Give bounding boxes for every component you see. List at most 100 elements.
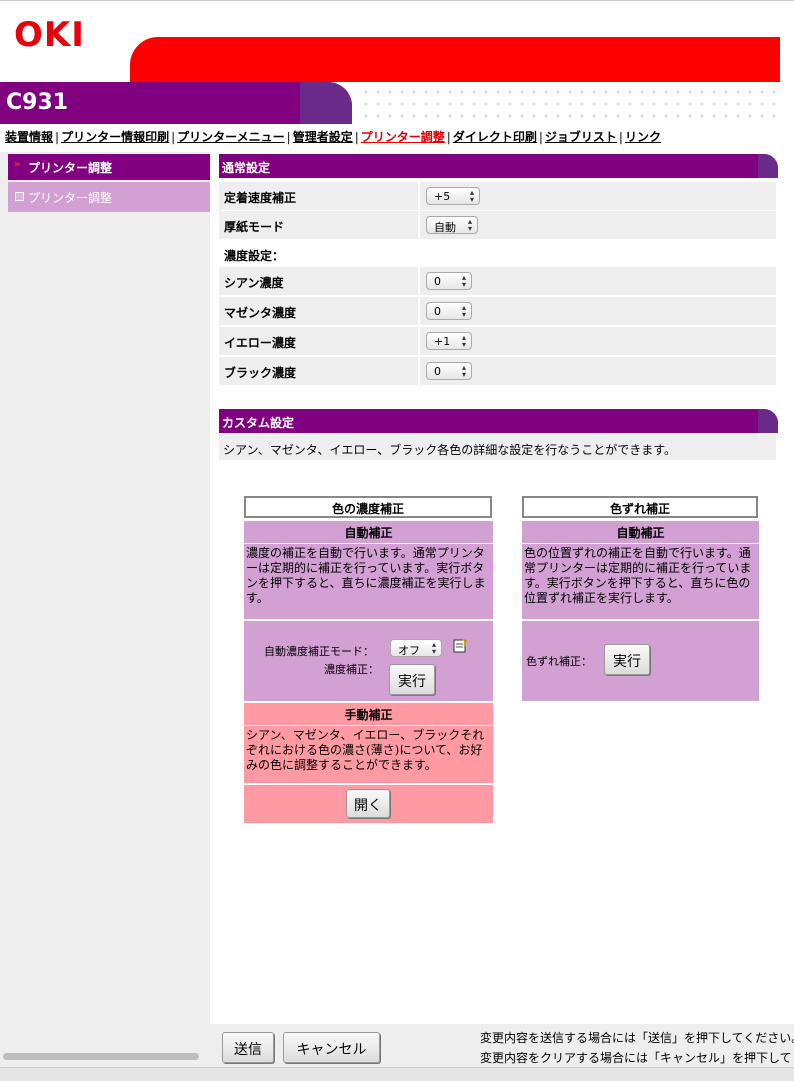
auto-density-mode-label: 自動濃度補正モード： xyxy=(264,645,374,658)
select-arrows-icon: ▴ ▾ xyxy=(461,303,466,319)
sidebar: » プリンター調整 プリンター調整 xyxy=(0,152,210,1081)
setting-value-cell: 0 ▴ ▾ xyxy=(420,297,776,325)
setting-row-magenta: マゼンタ濃度 0 ▴ ▾ xyxy=(219,297,776,325)
black-density-select[interactable]: 0 ▴ ▾ xyxy=(426,362,472,380)
nav-separator: | xyxy=(538,130,543,144)
scrollbar-thumb[interactable] xyxy=(3,1053,199,1060)
setting-row-fuser-speed: 定着速度補正 +5 ▴ ▾ xyxy=(219,182,776,210)
select-value: 0 xyxy=(434,275,441,288)
top-navigation: 装置情報 | プリンター情報印刷 | プリンターメニュー | 管理者設定 | プリンター調整 | ダ… xyxy=(5,128,661,145)
select-value: 0 xyxy=(434,365,441,378)
registration-auto-controls: 色ずれ補正： 実行 xyxy=(522,621,759,701)
density-auto-controls: 自動濃度補正モード： オフ ▴ ▾ ? 濃度補正： 実行 xyxy=(244,621,493,701)
registration-run-button[interactable]: 実行 xyxy=(604,644,650,675)
registration-run-label: 色ずれ補正： xyxy=(526,655,592,668)
select-arrows-icon: ▴ ▾ xyxy=(461,363,466,379)
sidebar-header: » プリンター調整 xyxy=(8,154,210,180)
general-settings-header: 通常設定 xyxy=(219,154,778,178)
nav-separator: | xyxy=(55,130,60,144)
setting-label: シアン濃度 xyxy=(219,267,418,295)
nav-job-list[interactable]: ジョブリスト xyxy=(545,130,617,144)
select-arrows-icon: ▴ ▾ xyxy=(461,273,466,289)
yellow-density-select[interactable]: +1 ▴ ▾ xyxy=(426,332,472,350)
registration-auto-title: 自動補正 xyxy=(522,521,759,543)
nav-device-info[interactable]: 装置情報 xyxy=(5,130,53,144)
nav-separator: | xyxy=(354,130,359,144)
select-value: +5 xyxy=(434,190,451,203)
density-manual-title: 手動補正 xyxy=(244,703,493,725)
select-value: 0 xyxy=(434,305,441,318)
header: OKI xyxy=(0,0,794,82)
header-red-bar xyxy=(130,37,780,82)
setting-label: マゼンタ濃度 xyxy=(219,297,418,325)
setting-label: 定着速度補正 xyxy=(219,182,418,210)
setting-value-cell: 自動 ▴ ▾ xyxy=(420,211,776,239)
setting-label: イエロー濃度 xyxy=(219,327,418,355)
magenta-density-select[interactable]: 0 ▴ ▾ xyxy=(426,302,472,320)
nav-print-info[interactable]: プリンター情報印刷 xyxy=(61,130,169,144)
decorative-dots xyxy=(360,86,780,122)
auto-density-mode-select[interactable]: オフ ▴ ▾ xyxy=(390,639,442,657)
density-heading: 濃度設定： xyxy=(219,240,418,268)
help-icon[interactable]: ? xyxy=(453,637,469,653)
nav-printer-menu[interactable]: プリンターメニュー xyxy=(177,130,285,144)
general-settings-title: 通常設定 xyxy=(222,161,271,175)
density-auto-title: 自動補正 xyxy=(244,521,493,543)
nav-direct-print[interactable]: ダイレクト印刷 xyxy=(453,130,537,144)
section-header-cap xyxy=(758,409,778,433)
model-name: C931 xyxy=(6,90,69,115)
select-arrows-icon: ▴ ▾ xyxy=(431,640,436,656)
model-title-accent xyxy=(300,82,352,124)
density-heading-row: 濃度設定： xyxy=(219,240,776,268)
model-title-bar: C931 xyxy=(0,82,794,124)
window-bottom-bar xyxy=(0,1067,794,1081)
setting-row-thick-paper: 厚紙モード 自動 ▴ ▾ xyxy=(219,211,776,239)
section-header-cap xyxy=(758,154,778,178)
setting-row-cyan: シアン濃度 0 ▴ ▾ xyxy=(219,267,776,295)
select-value: 自動 xyxy=(434,221,456,234)
cancel-note: 変更内容をクリアする場合には「キャンセル」を押下して xyxy=(480,1051,792,1065)
sidebar-header-label: プリンター調整 xyxy=(28,161,113,175)
custom-settings-header: カスタム設定 xyxy=(219,409,778,433)
nav-separator: | xyxy=(618,130,623,144)
registration-auto-description: 色の位置ずれの補正を自動で行います。通常プリンターは定期的に補正を行っています。… xyxy=(522,544,759,619)
setting-label: ブラック濃度 xyxy=(219,357,418,385)
custom-settings-title: カスタム設定 xyxy=(222,416,295,430)
nav-links[interactable]: リンク xyxy=(625,130,661,144)
density-correction-run-button[interactable]: 実行 xyxy=(389,664,435,695)
submit-button[interactable]: 送信 xyxy=(222,1032,274,1063)
nav-separator: | xyxy=(286,130,291,144)
setting-value-cell: 0 ▴ ▾ xyxy=(420,357,776,385)
density-manual-description: シアン、マゼンタ、イエロー、ブラックそれぞれにおける色の濃さ(薄さ)について、お… xyxy=(244,726,493,783)
nav-admin-settings[interactable]: 管理者設定 xyxy=(293,130,353,144)
fuser-speed-select[interactable]: +5 ▴ ▾ xyxy=(426,187,480,205)
open-manual-adjust-button[interactable]: 開く xyxy=(346,789,390,818)
cyan-density-select[interactable]: 0 ▴ ▾ xyxy=(426,272,472,290)
setting-row-black: ブラック濃度 0 ▴ ▾ xyxy=(219,357,776,385)
sidebar-item-printer-adjust[interactable]: プリンター調整 xyxy=(8,182,210,212)
nav-separator: | xyxy=(171,130,176,144)
select-arrows-icon: ▴ ▾ xyxy=(467,217,472,233)
nav-separator: | xyxy=(446,130,451,144)
setting-value-cell: +1 ▴ ▾ xyxy=(420,327,776,355)
submit-note: 変更内容を送信する場合には「送信」を押下してください。 xyxy=(480,1031,794,1045)
color-registration-title: 色ずれ補正 xyxy=(522,496,758,518)
setting-row-yellow: イエロー濃度 +1 ▴ ▾ xyxy=(219,327,776,355)
density-correction-title: 色の濃度補正 xyxy=(244,496,492,518)
setting-value-cell: 0 ▴ ▾ xyxy=(420,267,776,295)
setting-label: 厚紙モード xyxy=(219,211,418,239)
double-chevron-down-icon: » xyxy=(14,159,21,170)
horizontal-scrollbar[interactable] xyxy=(0,1052,210,1062)
select-arrows-icon: ▴ ▾ xyxy=(469,188,474,204)
thick-paper-select[interactable]: 自動 ▴ ▾ xyxy=(426,216,478,234)
bullet-square-icon xyxy=(15,192,24,201)
sidebar-item-label: プリンター調整 xyxy=(28,191,113,205)
density-auto-description: 濃度の補正を自動で行います。通常プリンターは定期的に補正を行っています。実行ボタ… xyxy=(244,544,493,619)
nav-printer-adjust[interactable]: プリンター調整 xyxy=(361,130,445,144)
svg-text:?: ? xyxy=(462,638,468,649)
setting-value-cell: +5 ▴ ▾ xyxy=(420,182,776,210)
density-manual-controls: 開く xyxy=(244,785,493,823)
cancel-button[interactable]: キャンセル xyxy=(283,1032,380,1063)
select-arrows-icon: ▴ ▾ xyxy=(461,333,466,349)
custom-settings-description: シアン、マゼンタ、イエロー、ブラック各色の詳細な設定を行なうことができます。 xyxy=(219,434,776,460)
